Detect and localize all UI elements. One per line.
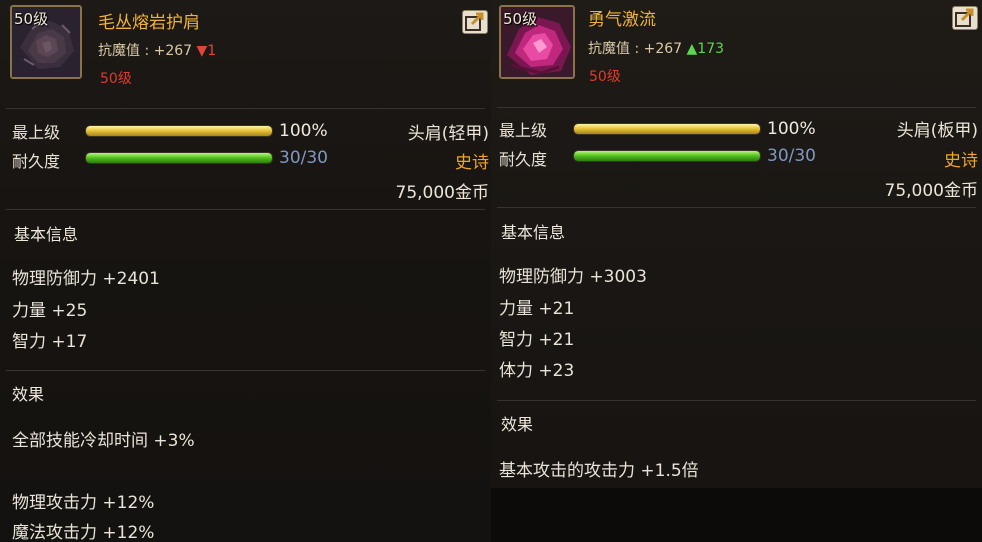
- stat-row: 力量 +25: [12, 301, 88, 321]
- price: 75,000金币: [884, 181, 978, 201]
- divider: [6, 209, 485, 210]
- divider: [497, 400, 976, 401]
- durability-value: 30/30: [279, 148, 328, 168]
- level-badge: 50级: [14, 10, 49, 28]
- share-button[interactable]: [462, 10, 488, 34]
- max-level-label: 最上级: [499, 121, 548, 140]
- stat-row: 物理防御力 +3003: [499, 267, 647, 287]
- item-icon-left[interactable]: 50级: [10, 5, 82, 79]
- required-level: 50级: [100, 71, 132, 87]
- effect-row: 物理攻击力 +12%: [12, 493, 155, 513]
- item-name: 毛丛熔岩护肩: [98, 13, 200, 33]
- effect-row: 全部技能冷却时间 +3%: [12, 431, 195, 451]
- slot-type: 头肩(板甲): [896, 121, 978, 141]
- max-level-bar-fill: [86, 126, 272, 136]
- effect-row: 基本攻击的攻击力 +1.5倍: [499, 461, 699, 481]
- stat-row: 智力 +17: [12, 332, 88, 352]
- durability-label: 耐久度: [499, 150, 548, 169]
- required-level: 50级: [589, 69, 621, 85]
- share-button[interactable]: [952, 6, 978, 30]
- basic-info-title: 基本信息: [14, 225, 79, 244]
- resist-diff-down: ▼1: [196, 43, 217, 59]
- rarity-label: 史诗: [455, 153, 489, 173]
- durability-label: 耐久度: [12, 152, 61, 171]
- effect-title: 效果: [501, 415, 534, 434]
- level-badge: 50级: [503, 10, 538, 28]
- item-name: 勇气激流: [588, 10, 656, 30]
- item-tooltip-left: 50级 毛丛熔岩护肩 抗魔值 : +267 ▼1 50级 最上级 100% 头肩…: [0, 0, 491, 542]
- price: 75,000金币: [395, 183, 489, 203]
- share-external-icon: [955, 8, 974, 27]
- stat-row: 力量 +21: [499, 299, 575, 319]
- panel-end-area: [491, 488, 982, 542]
- durability-bar: [85, 152, 273, 164]
- durability-bar-fill: [574, 151, 760, 161]
- divider: [6, 108, 485, 109]
- max-level-value: 100%: [279, 121, 328, 141]
- share-external-icon: [465, 12, 484, 31]
- item-icon-right[interactable]: 50级: [499, 5, 575, 79]
- divider: [6, 370, 485, 371]
- rarity-label: 史诗: [944, 151, 978, 171]
- stat-row: 体力 +23: [499, 361, 575, 381]
- divider: [497, 207, 976, 208]
- resist-diff-up: ▲173: [686, 41, 725, 57]
- max-level-label: 最上级: [12, 123, 61, 142]
- max-level-bar: [573, 123, 761, 135]
- stat-row: 智力 +21: [499, 330, 575, 350]
- basic-info-title: 基本信息: [501, 223, 566, 242]
- effect-row: 魔法攻击力 +12%: [12, 523, 155, 542]
- durability-value: 30/30: [767, 146, 816, 166]
- max-level-bar-fill: [574, 124, 760, 134]
- resist-line: 抗魔值 : +267 ▲173: [588, 38, 724, 58]
- slot-type: 头肩(轻甲): [407, 124, 489, 144]
- resist-label: 抗魔值 : +267: [98, 43, 193, 59]
- resist-line: 抗魔值 : +267 ▼1: [98, 40, 216, 60]
- durability-bar: [573, 150, 761, 162]
- effect-title: 效果: [12, 385, 45, 404]
- durability-bar-fill: [86, 153, 272, 163]
- item-tooltip-right: 50级 勇气激流 抗魔值 : +267 ▲173 50级 最上级 100% 头肩…: [491, 0, 982, 542]
- stat-row: 物理防御力 +2401: [12, 269, 160, 289]
- max-level-value: 100%: [767, 119, 816, 139]
- max-level-bar: [85, 125, 273, 137]
- divider: [497, 107, 976, 108]
- resist-label: 抗魔值 : +267: [588, 41, 683, 57]
